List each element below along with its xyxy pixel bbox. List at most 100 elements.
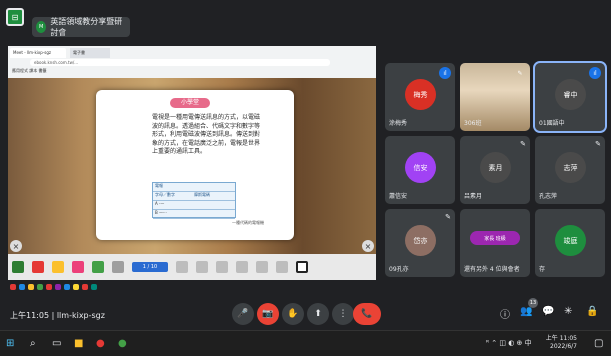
tray-icons[interactable]: ᴿ ⌃ ◫ ◐ ⊕ 中 bbox=[486, 338, 532, 348]
speaking-indicator-icon: ıl bbox=[439, 67, 451, 79]
avatar: 志萍 bbox=[555, 152, 586, 183]
windows-start-icon[interactable]: ⊞ bbox=[6, 338, 14, 349]
present-button[interactable]: ⬆ bbox=[307, 303, 329, 325]
magnifier-icon[interactable] bbox=[256, 261, 268, 273]
presentation-screen[interactable]: Meet - llm-kixp-sgz 電子書 ebook.knsh.com.t… bbox=[8, 46, 376, 280]
mic-muted-icon: ✎ bbox=[445, 213, 451, 221]
participant-name: 306班 bbox=[464, 120, 482, 127]
whiteboard-toolbar: 1 / 10 bbox=[8, 254, 376, 280]
avatar: 梅秀 bbox=[405, 79, 436, 110]
close-left-icon[interactable]: × bbox=[10, 240, 22, 252]
more-vert-icon: ⋮ bbox=[338, 309, 348, 319]
avatar: 信安 bbox=[405, 152, 436, 183]
more-options-button[interactable]: ⋮ bbox=[332, 303, 354, 325]
browser-url: ebook.knsh.com.tw/... bbox=[30, 59, 330, 66]
line-icon[interactable]: ● bbox=[118, 338, 127, 349]
ruler-icon[interactable] bbox=[216, 261, 228, 273]
table-header: 摩斯電碼 bbox=[194, 192, 210, 197]
camera-button[interactable]: 📷 bbox=[257, 303, 279, 325]
page-icon[interactable] bbox=[176, 261, 188, 273]
meet-app-icon[interactable]: ⊟ bbox=[6, 8, 24, 26]
page-indicator[interactable]: 1 / 10 bbox=[132, 262, 168, 272]
taskbar-app-icon bbox=[37, 284, 43, 290]
taskbar-app-icon bbox=[55, 284, 61, 290]
mic-muted-icon: ✎ bbox=[520, 140, 526, 148]
mic-button[interactable]: 🎤 bbox=[232, 303, 254, 325]
pen-yellow-icon[interactable] bbox=[52, 261, 64, 273]
clock-time: 上午 11:05 bbox=[545, 335, 577, 342]
browser-tab-2: 電子書 bbox=[70, 48, 110, 58]
participant-tile[interactable]: ✎ 306班 bbox=[460, 63, 530, 131]
shared-browser-chrome: Meet - llm-kixp-sgz 電子書 ebook.knsh.com.t… bbox=[8, 46, 376, 78]
host-controls-icon[interactable]: 🔒 bbox=[586, 306, 598, 317]
meeting-title-chip[interactable]: M 英語領域教分享暨研討會 bbox=[32, 17, 130, 37]
chrome-icon[interactable]: ● bbox=[96, 338, 105, 349]
table-row: A ·— bbox=[153, 201, 235, 210]
taskbar-app-icon bbox=[19, 284, 25, 290]
task-view-icon[interactable]: ▭ bbox=[52, 338, 61, 349]
zoom-icon[interactable] bbox=[236, 261, 248, 273]
fullscreen-icon[interactable] bbox=[296, 261, 308, 273]
close-right-icon[interactable]: × bbox=[362, 240, 374, 252]
top-bar: ⊟ M 英語領域教分享暨研討會 bbox=[0, 0, 611, 37]
tools-icon[interactable] bbox=[276, 261, 288, 273]
meeting-title: 英語領域教分享暨研討會 bbox=[50, 17, 123, 37]
taskbar-app-icon bbox=[28, 284, 34, 290]
participant-tile[interactable]: 信安 蕭信安 bbox=[385, 136, 455, 204]
taskbar-app-icon bbox=[46, 284, 52, 290]
grid-icon[interactable] bbox=[196, 261, 208, 273]
leave-call-button[interactable]: 📞 bbox=[353, 303, 381, 325]
mic-muted-icon: ✎ bbox=[595, 140, 601, 148]
participant-tile[interactable]: 志萍 ✎ 孔志萍 bbox=[535, 136, 605, 204]
present-icon: ⬆ bbox=[314, 309, 322, 319]
system-clock[interactable]: 上午 11:05 2022/6/7 bbox=[546, 335, 577, 351]
popup-card: 小學堂 電視是一種用電傳送訊息的方式，以電磁波的訊息。透過組合、代碼文字和數字等… bbox=[96, 90, 294, 240]
more-participants-tile[interactable]: 家長 班級 還有另外 4 位與會者 bbox=[460, 209, 530, 277]
participant-name: 孔志萍 bbox=[539, 193, 558, 200]
browser-bookmarks: 應用程式 課本 書籤 bbox=[12, 68, 47, 73]
taskbar-app-icon bbox=[91, 284, 97, 290]
participant-tile[interactable]: 梅秀 ıl 涂梅秀 bbox=[385, 63, 455, 131]
notification-icon[interactable]: ▢ bbox=[594, 338, 603, 349]
mic-muted-icon: ✎ bbox=[517, 69, 523, 77]
activities-icon[interactable]: ✳ bbox=[564, 306, 572, 317]
participant-name: 蕭信安 bbox=[389, 193, 408, 200]
taskbar-app-icon bbox=[73, 284, 79, 290]
participant-tile[interactable]: 素月 ✎ 吕素月 bbox=[460, 136, 530, 204]
participant-name: 還有另外 4 位與會者 bbox=[464, 266, 520, 273]
participant-name: 存 bbox=[539, 266, 546, 273]
card-body: 電視是一種用電傳送訊息的方式，以電磁波的訊息。透過組合、代碼文字和數字等形式，利… bbox=[152, 114, 261, 155]
avatar: 素月 bbox=[480, 152, 511, 183]
avatar: 睿中 bbox=[555, 79, 586, 110]
mic-icon: 🎤 bbox=[237, 309, 249, 319]
card-note: 一種代碼的電報機 bbox=[232, 220, 264, 225]
file-explorer-icon[interactable]: ■ bbox=[74, 338, 83, 349]
search-icon[interactable]: ⌕ bbox=[30, 338, 36, 349]
participant-tile[interactable]: 竣庭 存 bbox=[535, 209, 605, 277]
landscape-icon[interactable] bbox=[12, 261, 24, 273]
participant-tile[interactable]: 岱亦 ✎ 09孔亦 bbox=[385, 209, 455, 277]
hand-icon: ✋ bbox=[287, 309, 299, 319]
pen-pink-icon[interactable] bbox=[72, 261, 84, 273]
camera-off-icon: 📷 bbox=[262, 309, 274, 319]
table-title: 電報 bbox=[153, 183, 235, 192]
avatar: 岱亦 bbox=[405, 225, 436, 256]
participant-tile[interactable]: 睿中 ıl 01國語中 bbox=[533, 61, 607, 133]
morse-table: 電報 字母／數字 摩斯電碼 A ·— B —··· bbox=[152, 182, 236, 219]
speaking-indicator-icon: ıl bbox=[589, 67, 601, 79]
clock-date: 2022/6/7 bbox=[550, 343, 577, 350]
windows-taskbar: ⊞ ⌕ ▭ ■ ● ● ᴿ ⌃ ◫ ◐ ⊕ 中 上午 11:05 2022/6/… bbox=[0, 330, 611, 356]
table-row: B —··· bbox=[153, 210, 235, 219]
participant-name: 09孔亦 bbox=[389, 266, 409, 273]
shared-taskbar-strip bbox=[8, 282, 376, 292]
card-heading: 小學堂 bbox=[170, 98, 210, 108]
pen-red-icon[interactable] bbox=[32, 261, 44, 273]
chat-icon[interactable]: 💬 bbox=[542, 306, 554, 317]
pointer-icon[interactable] bbox=[112, 261, 124, 273]
table-header: 字母／數字 bbox=[155, 192, 175, 197]
raise-hand-button[interactable]: ✋ bbox=[282, 303, 304, 325]
eraser-icon[interactable] bbox=[92, 261, 104, 273]
participant-name: 吕素月 bbox=[464, 193, 483, 200]
meeting-info-icon[interactable]: ⓘ bbox=[500, 306, 510, 321]
taskbar-app-icon bbox=[64, 284, 70, 290]
